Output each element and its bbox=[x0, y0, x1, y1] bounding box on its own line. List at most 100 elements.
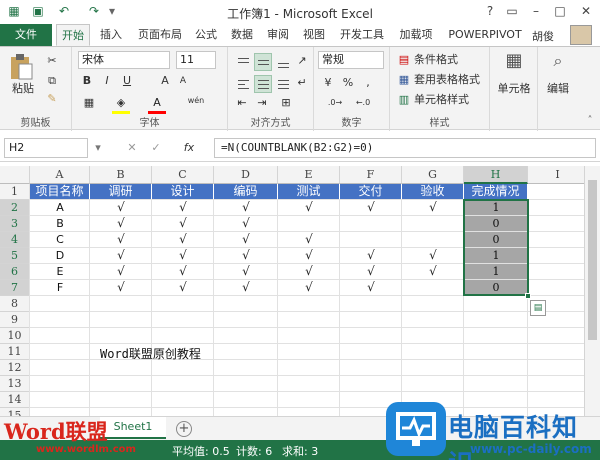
completion-cell[interactable]: 0 bbox=[464, 216, 528, 231]
user-name[interactable]: 胡俊 bbox=[532, 28, 554, 44]
tab-powerpivot[interactable]: POWERPIVOT bbox=[442, 24, 528, 46]
font-name-select[interactable]: 宋体 bbox=[78, 51, 170, 69]
check-mark-cell[interactable]: √ bbox=[152, 200, 214, 215]
table-header-cell[interactable]: 验收 bbox=[402, 184, 464, 199]
check-mark-cell[interactable]: √ bbox=[214, 248, 278, 263]
fill-color-icon[interactable]: ◈ bbox=[112, 95, 130, 114]
check-mark-cell[interactable]: √ bbox=[152, 248, 214, 263]
check-mark-cell[interactable]: √ bbox=[340, 200, 402, 215]
tab-view[interactable]: 视图 bbox=[298, 24, 330, 46]
completion-cell[interactable]: 0 bbox=[464, 280, 528, 295]
check-mark-cell[interactable]: √ bbox=[340, 248, 402, 263]
paste-button[interactable]: 粘贴 bbox=[6, 81, 40, 97]
comma-style-icon[interactable]: , bbox=[360, 75, 376, 91]
align-top-icon[interactable] bbox=[234, 53, 252, 71]
close-button[interactable]: ✕ bbox=[576, 2, 596, 20]
row-header-8[interactable]: 8 bbox=[0, 296, 30, 312]
decrease-decimal-icon[interactable]: ←.0 bbox=[352, 95, 374, 111]
tab-insert[interactable]: 插入 bbox=[94, 24, 128, 46]
grow-font-button[interactable]: A bbox=[158, 73, 172, 89]
row-header-6[interactable]: 6 bbox=[0, 264, 30, 280]
copy-icon[interactable]: ⧉ bbox=[44, 73, 60, 89]
vertical-scrollbar[interactable] bbox=[584, 166, 600, 416]
wrap-text-icon[interactable]: ↵ bbox=[294, 75, 310, 91]
table-header-cell[interactable]: 交付 bbox=[340, 184, 402, 199]
check-mark-cell[interactable]: √ bbox=[90, 280, 152, 295]
cell-styles-icon[interactable]: ▥ bbox=[396, 92, 412, 108]
select-all-corner[interactable] bbox=[0, 166, 30, 184]
row-header-14[interactable]: 14 bbox=[0, 392, 30, 408]
row-header-1[interactable]: 1 bbox=[0, 184, 30, 200]
conditional-format-icon[interactable]: ▤ bbox=[396, 52, 412, 68]
italic-button[interactable]: I bbox=[100, 73, 114, 89]
binoculars-icon[interactable]: ⌕ bbox=[546, 53, 570, 69]
help-button[interactable]: ? bbox=[480, 2, 500, 20]
cell-styles-button[interactable]: 单元格样式 bbox=[414, 92, 484, 108]
phonetic-button[interactable]: wén bbox=[182, 93, 210, 109]
fill-handle[interactable] bbox=[525, 293, 531, 299]
percent-icon[interactable]: % bbox=[340, 75, 356, 91]
column-header-f[interactable]: F bbox=[340, 166, 402, 184]
check-mark-cell[interactable]: √ bbox=[278, 264, 340, 279]
cut-icon[interactable]: ✂ bbox=[44, 53, 60, 69]
check-mark-cell[interactable]: √ bbox=[402, 264, 464, 279]
column-header-i[interactable]: I bbox=[528, 166, 588, 184]
paste-icon[interactable] bbox=[6, 53, 36, 81]
check-mark-cell[interactable]: √ bbox=[90, 232, 152, 247]
add-sheet-button[interactable]: + bbox=[176, 421, 192, 437]
tab-review[interactable]: 审阅 bbox=[262, 24, 294, 46]
row-header-5[interactable]: 5 bbox=[0, 248, 30, 264]
check-mark-cell[interactable]: √ bbox=[214, 280, 278, 295]
cells-icon[interactable]: ▦ bbox=[502, 52, 526, 70]
border-icon[interactable]: ▦ bbox=[80, 95, 98, 111]
check-mark-cell[interactable]: √ bbox=[152, 280, 214, 295]
table-header-cell[interactable]: 调研 bbox=[90, 184, 152, 199]
avatar[interactable] bbox=[570, 25, 592, 45]
project-name-cell[interactable]: A bbox=[30, 200, 90, 215]
completion-cell[interactable]: 1 bbox=[464, 264, 528, 279]
table-header-cell[interactable]: 项目名称 bbox=[30, 184, 90, 199]
row-header-3[interactable]: 3 bbox=[0, 216, 30, 232]
project-name-cell[interactable]: E bbox=[30, 264, 90, 279]
column-header-b[interactable]: B bbox=[90, 166, 152, 184]
format-as-table-icon[interactable]: ▦ bbox=[396, 72, 412, 88]
row-header-9[interactable]: 9 bbox=[0, 312, 30, 328]
tab-add-ins[interactable]: 加载项 bbox=[394, 24, 438, 46]
column-header-d[interactable]: D bbox=[214, 166, 278, 184]
tab-data[interactable]: 数据 bbox=[226, 24, 258, 46]
check-mark-cell[interactable]: √ bbox=[214, 264, 278, 279]
cancel-icon[interactable]: ✕ bbox=[126, 140, 138, 156]
editing-button[interactable]: 编辑 bbox=[540, 81, 576, 97]
enter-icon[interactable]: ✓ bbox=[150, 140, 162, 156]
insert-function-button[interactable]: fx bbox=[176, 140, 202, 156]
check-mark-cell[interactable]: √ bbox=[340, 264, 402, 279]
table-header-cell[interactable]: 完成情况 bbox=[464, 184, 528, 199]
project-name-cell[interactable]: D bbox=[30, 248, 90, 263]
check-mark-cell[interactable]: √ bbox=[152, 264, 214, 279]
check-mark-cell[interactable]: √ bbox=[278, 280, 340, 295]
format-painter-icon[interactable]: ✎ bbox=[44, 91, 60, 107]
table-header-cell[interactable]: 编码 bbox=[214, 184, 278, 199]
minimize-button[interactable]: – bbox=[526, 2, 546, 20]
check-mark-cell[interactable]: √ bbox=[214, 232, 278, 247]
project-name-cell[interactable]: B bbox=[30, 216, 90, 231]
font-size-select[interactable]: 11 bbox=[176, 51, 216, 69]
align-middle-icon[interactable] bbox=[254, 53, 272, 71]
column-header-h[interactable]: H bbox=[464, 166, 528, 184]
check-mark-cell[interactable]: √ bbox=[402, 248, 464, 263]
shrink-font-button[interactable]: A bbox=[176, 73, 190, 89]
check-mark-cell[interactable]: √ bbox=[152, 216, 214, 231]
tab-file[interactable]: 文件 bbox=[0, 24, 52, 46]
orientation-icon[interactable]: ↗ bbox=[294, 53, 310, 69]
check-mark-cell[interactable]: √ bbox=[278, 248, 340, 263]
check-mark-cell[interactable]: √ bbox=[340, 280, 402, 295]
align-left-icon[interactable] bbox=[234, 75, 252, 93]
tab-page-layout[interactable]: 页面布局 bbox=[132, 24, 188, 46]
conditional-format-button[interactable]: 条件格式 bbox=[414, 52, 484, 68]
row-header-4[interactable]: 4 bbox=[0, 232, 30, 248]
ribbon-display-button[interactable]: ▭ bbox=[502, 2, 522, 20]
format-as-table-button[interactable]: 套用表格格式 bbox=[414, 72, 490, 88]
align-bottom-icon[interactable] bbox=[274, 53, 292, 71]
column-header-a[interactable]: A bbox=[30, 166, 90, 184]
column-header-e[interactable]: E bbox=[278, 166, 340, 184]
